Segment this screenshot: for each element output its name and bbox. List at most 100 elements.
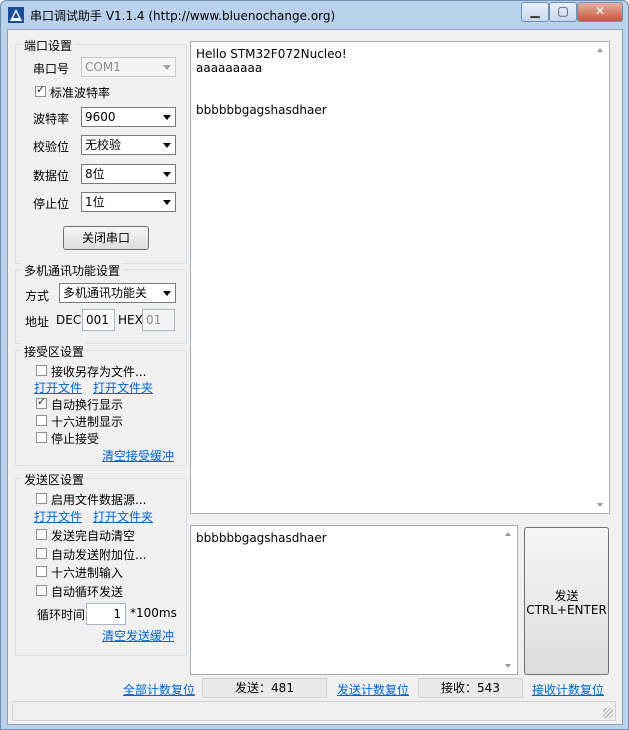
receive-settings-title: 接受区设置 <box>22 343 87 360</box>
chevron-down-icon <box>163 115 171 120</box>
maximize-button[interactable]: ▢ <box>549 2 577 22</box>
scroll-down-icon[interactable] <box>597 503 603 507</box>
hex-input-label: 十六进制输入 <box>51 566 124 580</box>
close-button[interactable]: ✕ <box>577 2 623 22</box>
recv-counter-label: 接收： <box>441 681 478 695</box>
multi-machine-group: 多机通讯功能设置 <box>15 262 187 344</box>
receive-line <box>196 89 347 103</box>
chevron-down-icon <box>163 291 171 296</box>
receive-line: aaaaaaaaa <box>196 61 263 75</box>
send-button[interactable]: 发送 CTRL+ENTER <box>524 527 609 675</box>
auto-wrap-label: 自动换行显示 <box>51 398 124 412</box>
parity-label: 校验位 <box>33 140 70 154</box>
clear-send-buffer-link[interactable]: 清空发送缓冲 <box>102 627 174 644</box>
port-value: COM1 <box>85 60 121 74</box>
chevron-down-icon <box>163 200 171 205</box>
multi-machine-title: 多机通讯功能设置 <box>22 262 123 279</box>
loop-send-checkbox[interactable] <box>36 585 47 596</box>
hex-display-checkbox[interactable] <box>36 415 47 426</box>
stopbits-label: 停止位 <box>33 197 70 211</box>
scroll-down-icon[interactable] <box>505 664 511 668</box>
chevron-down-icon <box>163 143 171 148</box>
sent-counter-label: 发送： <box>235 681 272 695</box>
minimize-button[interactable]: ▁ <box>521 2 549 22</box>
reset-sent-counter-link[interactable]: 发送计数复位 <box>337 681 409 698</box>
receive-line: Hello STM32F072Nucleo! <box>196 47 347 61</box>
receive-scrollbar[interactable] <box>592 42 609 513</box>
resize-grip-icon[interactable] <box>603 708 613 718</box>
file-source-label: 启用文件数据源... <box>51 493 147 507</box>
title-bar[interactable]: 串口调试助手 V1.1.4 (http://www.bluenochange.o… <box>1 1 628 29</box>
stop-receive-checkbox[interactable] <box>36 432 47 443</box>
sent-counter: 发送：481 <box>202 678 327 698</box>
send-scrollbar[interactable] <box>500 526 517 674</box>
standard-baud-label: 标准波特率 <box>50 86 111 100</box>
mode-select[interactable]: 多机通讯功能关 <box>59 283 176 303</box>
stop-receive-label: 停止接受 <box>51 432 100 446</box>
close-port-button[interactable]: 关闭串口 <box>63 226 149 250</box>
receive-line: bbbbbbgagshasdhaer <box>196 103 327 117</box>
hex-label: HEX <box>118 313 143 327</box>
hex-input[interactable]: 01 <box>142 309 175 331</box>
reset-recv-counter-link[interactable]: 接收计数复位 <box>532 681 604 698</box>
reset-all-counters-link[interactable]: 全部计数复位 <box>123 681 195 698</box>
status-bar <box>12 701 616 721</box>
databits-value: 8位 <box>85 167 105 181</box>
loop-send-label: 自动循环发送 <box>51 585 124 599</box>
standard-baud-checkbox[interactable] <box>35 83 46 97</box>
auto-wrap-checkbox[interactable] <box>36 395 47 409</box>
port-settings-title: 端口设置 <box>22 37 75 54</box>
hex-input-checkbox[interactable] <box>36 566 47 577</box>
address-label: 地址 <box>25 315 50 329</box>
receive-textarea[interactable]: Hello STM32F072Nucleo! aaaaaaaaa bbbbbbg… <box>190 41 610 514</box>
stopbits-value: 1位 <box>85 195 105 209</box>
databits-select[interactable]: 8位 <box>81 164 176 184</box>
parity-select[interactable]: 无校验 <box>81 135 176 155</box>
parity-value: 无校验 <box>85 138 122 152</box>
stopbits-select[interactable]: 1位 <box>81 192 176 212</box>
scroll-up-icon[interactable] <box>505 532 511 536</box>
chevron-down-icon <box>163 65 171 70</box>
app-window: 串口调试助手 V1.1.4 (http://www.bluenochange.o… <box>0 0 629 730</box>
append-bits-checkbox[interactable] <box>36 548 47 559</box>
client-area: 端口设置 串口号 COM1 标准波特率 波特率 9600 校验位 无校验 数据位… <box>7 29 623 725</box>
app-logo-icon <box>8 7 24 23</box>
recv-counter: 接收：543 <box>418 678 523 698</box>
mode-value: 多机通讯功能关 <box>63 286 148 300</box>
send-settings-title: 发送区设置 <box>22 471 87 488</box>
file-source-checkbox[interactable] <box>36 493 47 504</box>
interval-input[interactable]: 1 <box>86 603 126 625</box>
send-text: bbbbbbgagshasdhaer <box>196 531 327 545</box>
interval-label: 循环时间 <box>37 608 86 622</box>
save-to-file-checkbox[interactable] <box>36 365 47 376</box>
dec-label: DEC <box>56 313 82 327</box>
send-textarea[interactable]: bbbbbbgagshasdhaer <box>190 525 518 675</box>
clear-receive-buffer-link[interactable]: 清空接受缓冲 <box>102 447 174 464</box>
recv-counter-value: 543 <box>477 681 500 695</box>
append-bits-label: 自动发送附加位... <box>51 548 147 562</box>
maximize-icon: ▢ <box>557 4 569 18</box>
scroll-up-icon[interactable] <box>597 48 603 52</box>
port-label: 串口号 <box>33 62 70 76</box>
receive-line <box>196 75 347 89</box>
hex-display-label: 十六进制显示 <box>51 415 124 429</box>
auto-clear-checkbox[interactable] <box>36 529 47 540</box>
interval-unit: *100ms <box>130 606 177 620</box>
send-open-file-link[interactable]: 打开文件 <box>34 508 82 525</box>
databits-label: 数据位 <box>33 169 70 183</box>
receive-open-folder-link[interactable]: 打开文件夹 <box>93 379 153 396</box>
auto-clear-label: 发送完自动清空 <box>51 529 136 543</box>
minimize-icon: ▁ <box>530 4 540 18</box>
sent-counter-value: 481 <box>271 681 294 695</box>
receive-open-file-link[interactable]: 打开文件 <box>34 379 82 396</box>
port-select[interactable]: COM1 <box>81 57 176 77</box>
dec-input[interactable]: 001 <box>82 309 115 331</box>
baud-label: 波特率 <box>33 112 70 126</box>
close-icon: ✕ <box>594 4 606 18</box>
send-button-shortcut: CTRL+ENTER <box>526 603 607 617</box>
receive-text: Hello STM32F072Nucleo! aaaaaaaaa bbbbbbg… <box>196 47 347 117</box>
baud-select[interactable]: 9600 <box>81 107 176 127</box>
chevron-down-icon <box>163 172 171 177</box>
baud-value: 9600 <box>85 110 116 124</box>
send-open-folder-link[interactable]: 打开文件夹 <box>93 508 153 525</box>
